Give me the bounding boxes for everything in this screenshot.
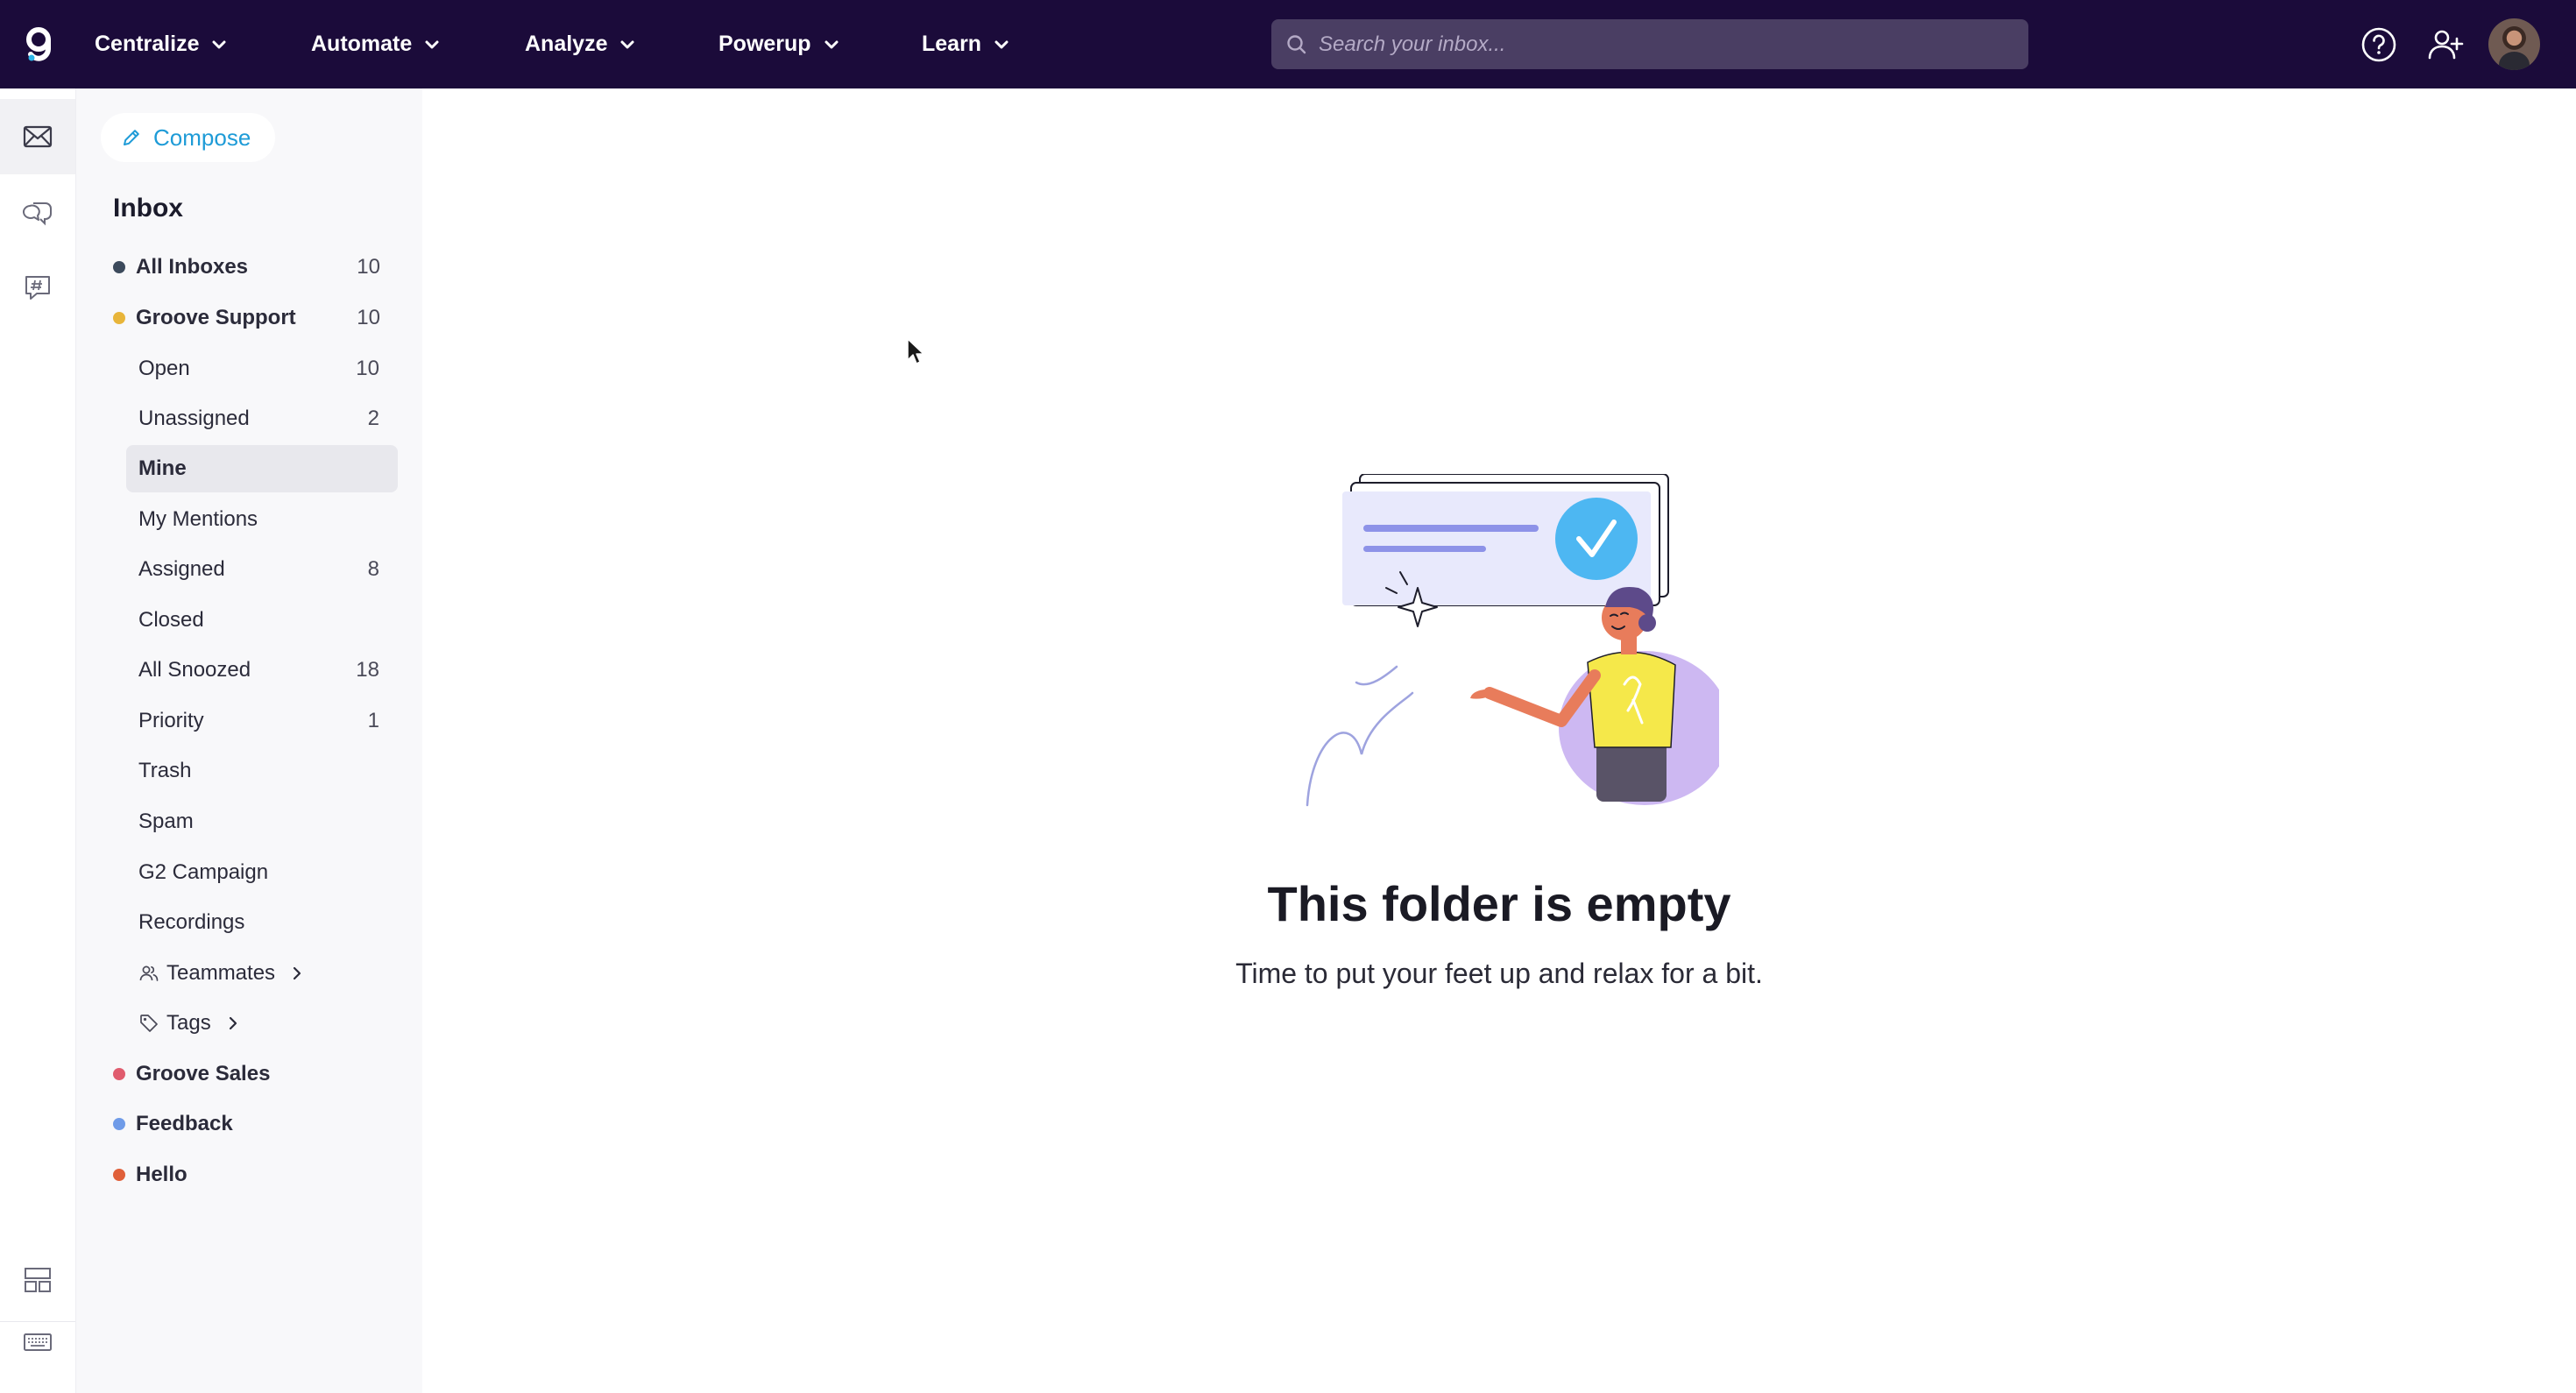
inbox-color-dot [113,1118,125,1130]
pencil-icon [124,130,139,145]
inbox-label: Groove Sales [136,1062,271,1085]
folder-label: All Snoozed [138,658,251,682]
mouse-cursor-icon [907,338,924,364]
keyboard-icon [24,1333,52,1351]
nav-analyze[interactable]: Analyze [525,0,635,88]
folder-count: 1 [367,709,379,732]
folder-mine[interactable]: Mine [126,445,398,492]
add-user-icon[interactable] [2425,25,2466,65]
folder-open[interactable]: Open 10 [126,345,398,392]
folder-trash[interactable]: Trash [126,747,398,795]
nav-powerup[interactable]: Powerup [718,0,839,88]
inbox-color-dot [113,312,125,324]
chevron-right-icon [229,1016,237,1030]
rail-mail-button[interactable] [0,99,75,174]
chevron-down-icon [212,40,226,48]
inbox-feedback[interactable]: Feedback [113,1100,386,1148]
inbox-label: Feedback [136,1112,233,1135]
inbox-color-dot [113,1169,125,1181]
chevron-down-icon [824,40,839,48]
empty-state-title: This folder is empty [1267,876,1731,931]
nav-powerup-label: Powerup [718,32,811,56]
nav-automate[interactable]: Automate [311,0,440,88]
inbox-label: Groove Support [136,306,296,329]
teammates-icon [139,965,159,981]
nav-analyze-label: Analyze [525,32,608,56]
empty-state-subtitle: Time to put your feet up and relax for a… [1235,958,1763,989]
folder-count: 10 [356,357,379,380]
folder-count: 8 [367,557,379,581]
inbox-color-dot [113,261,125,273]
channel-icon [25,276,50,300]
chevron-down-icon [994,40,1008,48]
folder-sidebar: Compose Inbox All Inboxes 10 Groove Supp… [76,88,422,1393]
inbox-color-dot [113,1068,125,1080]
inbox-groove-support[interactable]: Groove Support 10 [113,294,386,342]
rail-keyboard-button[interactable] [0,1305,75,1380]
mail-icon [23,125,53,148]
folder-teammates[interactable]: Teammates [126,950,398,997]
folder-spam[interactable]: Spam [126,798,398,845]
inbox-count: 10 [357,306,380,329]
compose-label: Compose [153,124,251,151]
search-bar[interactable] [1271,19,2028,69]
inbox-all-inboxes[interactable]: All Inboxes 10 [113,244,386,291]
folder-label: Unassigned [138,407,250,430]
compose-button[interactable]: Compose [101,113,276,162]
folder-count: 18 [356,658,379,682]
inbox-label: Hello [136,1163,188,1186]
inbox-section-title: Inbox [113,194,183,223]
folder-recordings[interactable]: Recordings [126,899,398,946]
search-icon [1287,34,1306,53]
folder-label: Priority [138,709,204,732]
folder-label: Trash [138,759,192,782]
folder-unassigned[interactable]: Unassigned 2 [126,395,398,442]
folder-tags[interactable]: Tags [126,1000,398,1047]
folder-label: Mine [138,456,187,480]
tag-icon [140,1015,158,1032]
search-input[interactable] [1319,32,2028,57]
inbox-hello[interactable]: Hello [113,1151,386,1199]
chevron-right-icon [293,966,301,980]
folder-label: My Mentions [138,507,258,531]
folder-my-mentions[interactable]: My Mentions [126,496,398,543]
user-avatar[interactable] [2488,18,2540,70]
nav-centralize-label: Centralize [95,32,200,56]
rail-channels-button[interactable] [0,250,75,325]
nav-centralize[interactable]: Centralize [95,0,227,88]
folder-label: Teammates [166,961,276,985]
chevron-down-icon [620,40,634,48]
folder-priority[interactable]: Priority 1 [126,697,398,745]
folder-all-snoozed[interactable]: All Snoozed 18 [126,647,398,694]
main-content: This folder is empty Time to put your fe… [422,88,2576,1393]
inbox-groove-sales[interactable]: Groove Sales [113,1050,386,1098]
folder-label: G2 Campaign [138,860,269,884]
folder-label: Tags [166,1011,211,1035]
nav-automate-label: Automate [311,32,413,56]
rail-chat-button[interactable] [0,174,75,250]
folder-label: Assigned [138,557,225,581]
folder-closed[interactable]: Closed [126,597,398,644]
empty-folder-illustration [1306,474,1719,807]
inbox-count: 10 [357,255,380,279]
top-navigation-bar: Centralize Automate Analyze Powerup Lear… [0,0,2576,88]
app-rail [0,88,76,1393]
nav-learn-label: Learn [922,32,982,56]
folder-g2-campaign[interactable]: G2 Campaign [126,849,398,896]
folder-label: Open [138,357,190,380]
inbox-label: All Inboxes [136,255,249,279]
folder-label: Spam [138,810,194,833]
folder-label: Recordings [138,910,245,934]
folder-label: Closed [138,608,204,632]
nav-learn[interactable]: Learn [922,0,1009,88]
chat-icon [23,202,52,226]
chevron-down-icon [425,40,439,48]
groove-logo-icon[interactable] [23,25,54,63]
layout-icon [25,1268,51,1292]
help-icon[interactable] [2359,25,2399,65]
folder-count: 2 [367,407,379,430]
folder-assigned[interactable]: Assigned 8 [126,546,398,593]
